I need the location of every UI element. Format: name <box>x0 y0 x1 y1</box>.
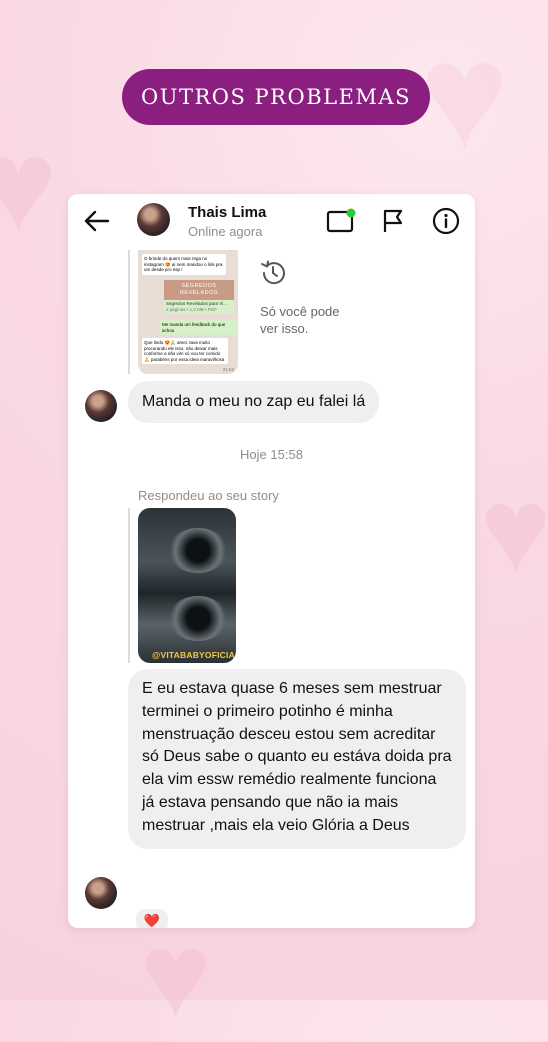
screenshot-promo-card: SEGREDOS REVELADOS Segredos Revelados pa… <box>164 280 234 314</box>
heart-reaction-icon: ❤️ <box>143 913 161 928</box>
video-call-button[interactable] <box>326 208 358 234</box>
message-bubble[interactable]: E eu estava quase 6 meses sem mestruar t… <box>128 669 466 849</box>
report-button[interactable] <box>381 208 405 234</box>
screenshot-promo-title: SEGREDOS REVELADOS <box>179 283 219 296</box>
story-reply-label: Respondeu ao seu story <box>138 488 279 503</box>
restricted-history-icon <box>259 259 287 287</box>
video-call-icon <box>326 208 356 233</box>
shared-screenshot[interactable]: O brinde do quem mais rega no instagram … <box>138 250 238 374</box>
screenshot-time: 21:52 <box>222 366 234 372</box>
contact-name[interactable]: Thais Lima <box>188 204 266 221</box>
background-heart-icon: ♥ <box>420 11 510 179</box>
story-thumbnail[interactable]: @VITABABYOFICIAL <box>138 508 236 663</box>
back-arrow-icon <box>84 210 110 232</box>
chat-card: Thais Lima Online agora O brinde do quem… <box>68 194 475 928</box>
info-button[interactable] <box>432 207 460 235</box>
message-text: Manda o meu no zap eu falei lá <box>142 393 366 410</box>
message-text: E eu estava quase 6 meses sem mestruar t… <box>142 680 452 834</box>
background-heart-icon: ♥ <box>140 908 212 1042</box>
ultrasound-image-1 <box>168 528 228 573</box>
screenshot-reply-message: Que lindo 😍🙏 amei. tava muito procurando… <box>142 338 228 364</box>
timestamp: Hoje 15:58 <box>240 447 303 462</box>
back-button[interactable] <box>82 208 112 234</box>
flag-icon <box>383 209 403 232</box>
contact-avatar[interactable] <box>137 203 170 236</box>
screenshot-incoming-message: O brinde do quem mais rega no instagram … <box>142 254 226 275</box>
story-watermark: @VITABABYOFICIAL <box>152 650 236 660</box>
info-icon <box>432 207 460 235</box>
contact-status: Online agora <box>188 224 263 239</box>
reply-bar <box>128 508 130 663</box>
screenshot-link-meta: 2 páginas • 1,2 MB • PDF <box>166 306 217 312</box>
ultrasound-image-2 <box>168 596 228 641</box>
banner-title: OUTROS PROBLEMAS <box>141 85 411 109</box>
message-reaction[interactable]: ❤️ <box>134 907 170 928</box>
background-heart-icon: ♥ <box>480 463 548 597</box>
message-bubble[interactable]: Manda o meu no zap eu falei lá <box>128 381 380 423</box>
screenshot-outgoing-message: Me manda um feedback do que achou <box>160 320 238 335</box>
reply-bar <box>128 250 130 374</box>
promo-banner: OUTROS PROBLEMAS <box>122 69 430 125</box>
sender-avatar[interactable] <box>85 390 117 422</box>
restricted-notice: Só você pode ver isso. <box>260 304 340 336</box>
screenshot-link-title: Segredos Revelados para Vi... <box>166 301 227 306</box>
sender-avatar[interactable] <box>85 877 117 909</box>
background-heart-icon: ♥ <box>0 112 58 258</box>
